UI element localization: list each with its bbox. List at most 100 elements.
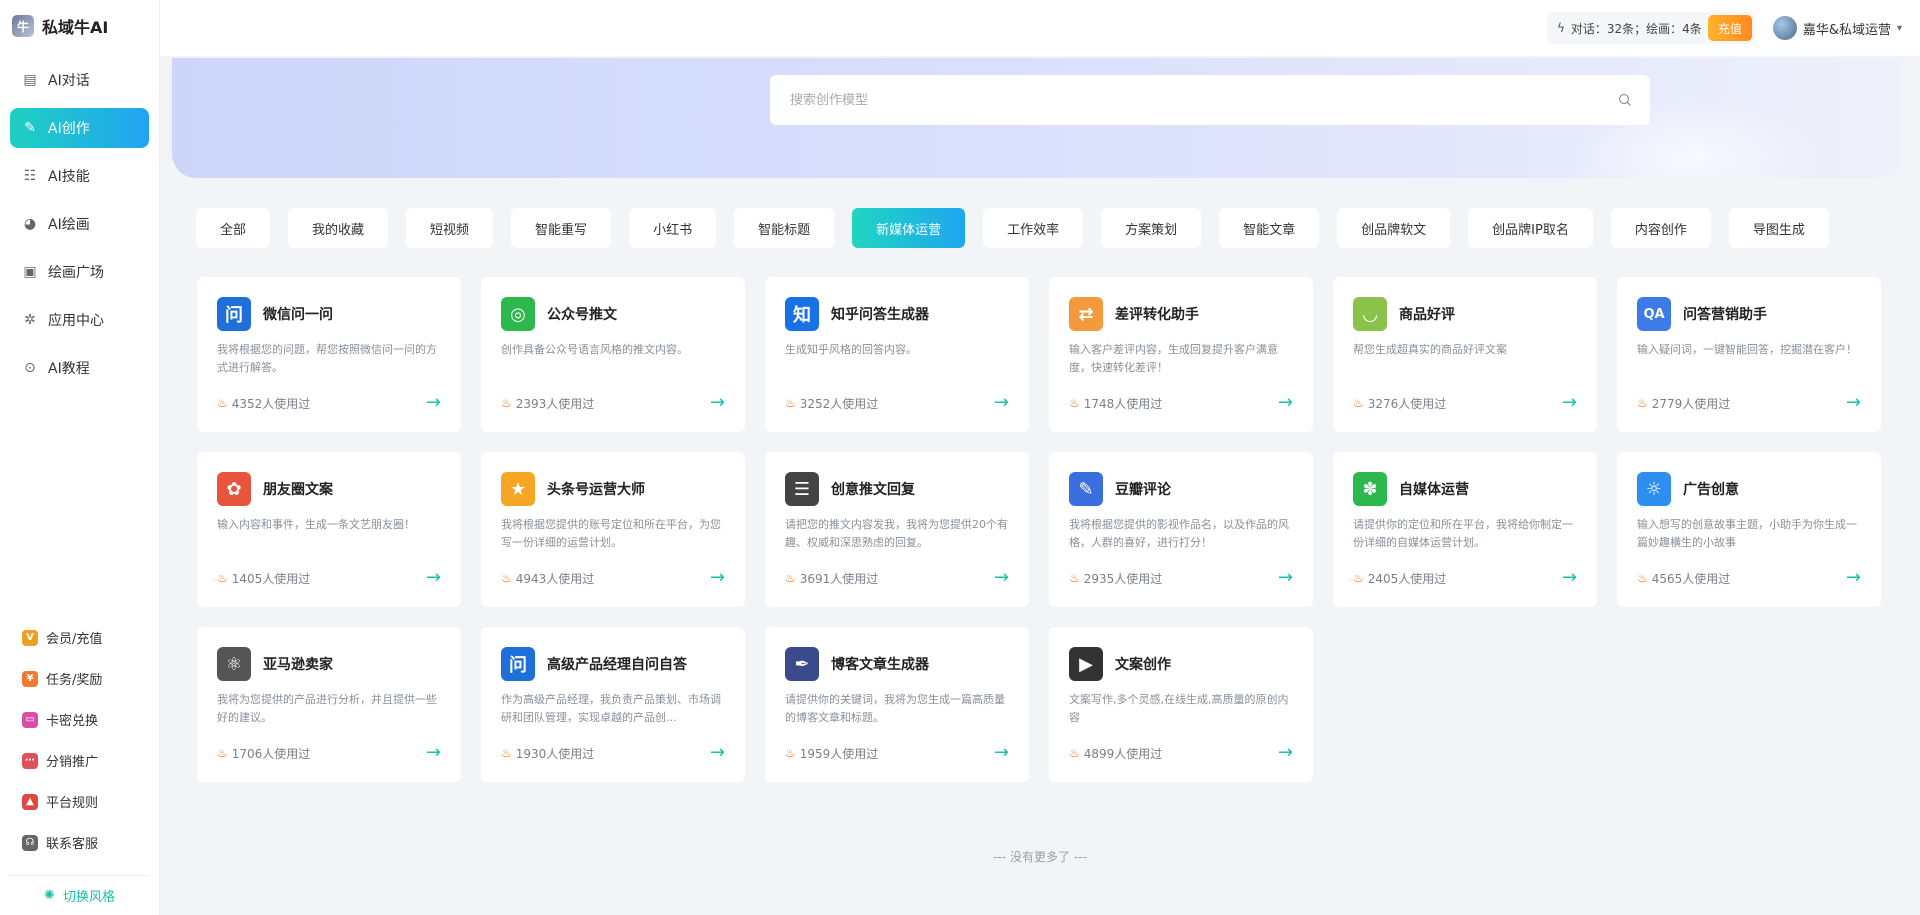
card-title: 问答营销助手 xyxy=(1683,307,1767,323)
category-tab[interactable]: 智能文章 xyxy=(1219,208,1320,248)
usage-text: 1748人使用过 xyxy=(1083,396,1163,411)
arrow-right-icon[interactable]: → xyxy=(710,394,725,412)
usage-text: 1930人使用过 xyxy=(515,746,595,761)
lightbulb-icon: ☼ xyxy=(1637,472,1671,506)
sidebar-item[interactable]: ▤ AI对话 xyxy=(10,60,149,100)
search-bar xyxy=(770,75,1650,125)
sidebar-bottom-item[interactable]: ☊ 联系客服 xyxy=(0,822,160,863)
category-tab[interactable]: 我的收藏 xyxy=(288,208,389,248)
arrow-right-icon[interactable]: → xyxy=(1846,394,1861,412)
category-tab[interactable]: 新媒体运营 xyxy=(852,208,966,248)
arrow-right-icon[interactable]: → xyxy=(994,744,1009,762)
model-card[interactable]: ▶ 文案创作 文案写作,多个灵感,在线生成,高质量的原创内容 ♨ 4899人使用过 → xyxy=(1049,627,1313,782)
brand[interactable]: 牛 私域牛AI xyxy=(0,0,159,52)
card-title: 朋友圈文案 xyxy=(263,482,333,498)
category-tab[interactable]: 全部 xyxy=(196,208,271,248)
category-tab[interactable]: 小红书 xyxy=(629,208,717,248)
model-card[interactable]: ☰ 创意推文回复 请把您的推文内容发我，我将为您提供20个有趣、权威和深思熟虑的回复… xyxy=(765,452,1029,607)
pen-nib-icon: ✒ xyxy=(785,647,819,681)
model-card[interactable]: 知知乎问答生成器 生成知乎风格的回答内容。 ♨ 3252人使用过 → xyxy=(765,277,1029,432)
avatar xyxy=(1772,16,1797,40)
model-card[interactable]: ⇄ 差评转化助手 输入客户差评内容，生成回复提升客户满意度，快速转化差评！ ♨ 1748… xyxy=(1049,277,1313,432)
card-footer: ♨ 1706人使用过 → xyxy=(217,744,441,762)
arrow-right-icon[interactable]: → xyxy=(710,744,725,762)
card-footer: ♨ 1959人使用过 → xyxy=(785,744,1009,762)
category-tab[interactable]: 短视频 xyxy=(406,208,494,248)
card-footer: ♨ 4565人使用过 → xyxy=(1637,569,1861,587)
category-tab[interactable]: 内容创作 xyxy=(1610,208,1711,248)
arrow-right-icon[interactable]: → xyxy=(994,394,1009,412)
sidebar-bottom-item[interactable]: ▲ 平台规则 xyxy=(0,781,160,822)
usage-count: ♨ 2935人使用过 xyxy=(1069,570,1162,587)
category-tab[interactable]: 导图生成 xyxy=(1728,208,1829,248)
search-input[interactable] xyxy=(790,92,1618,108)
main-nav: ▤ AI对话 ✎ AI创作 ☷ AI技能 ◕ AI绘画 ▣ 绘画广场 ✲ 应用中心 ⊙ AI教程 xyxy=(0,52,159,388)
usage-text: 4352人使用过 xyxy=(231,396,311,411)
chevron-down-icon: ▾ xyxy=(1896,22,1902,34)
sidebar-item[interactable]: ◕ AI绘画 xyxy=(10,204,149,244)
card-description: 请提供你的关键词，我将为您生成一篇高质量的博客文章和标题。 xyxy=(785,693,1005,724)
arrow-right-icon[interactable]: → xyxy=(1278,569,1293,587)
model-card[interactable]: ◡ 商品好评 帮您生成超真实的商品好评文案 ♨ 3276人使用过 → xyxy=(1333,277,1597,432)
fire-icon: ♨ xyxy=(1069,571,1080,585)
usage-count: ♨ 1405人使用过 xyxy=(217,570,310,587)
sidebar-item[interactable]: ✲ 应用中心 xyxy=(10,300,149,340)
arrow-right-icon[interactable]: → xyxy=(426,569,441,587)
arrow-right-icon[interactable]: → xyxy=(1278,744,1293,762)
usage-count: ♨ 4352人使用过 xyxy=(217,395,310,412)
user-menu[interactable]: 嘉华&私域运营 ▾ xyxy=(1772,16,1902,40)
theme-switch-button[interactable]: ✺ 切换风格 xyxy=(10,875,149,915)
sidebar-item[interactable]: ▣ 绘画广场 xyxy=(10,252,149,292)
card-title: 广告创意 xyxy=(1683,482,1739,498)
model-card[interactable]: 问微信问一问 我将根据您的问题，帮您按照微信问一问的方式进行解答。 ♨ 4352人使用… xyxy=(197,277,461,432)
card-title: 商品好评 xyxy=(1399,307,1455,323)
sidebar-bottom-item[interactable]: V 会员/充值 xyxy=(0,617,160,658)
category-tab[interactable]: 智能重写 xyxy=(511,208,612,248)
category-tab[interactable]: 工作效率 xyxy=(983,208,1084,248)
arrow-right-icon[interactable]: → xyxy=(426,744,441,762)
arrow-right-icon[interactable]: → xyxy=(1278,394,1293,412)
model-card[interactable]: ★ 头条号运营大师 我将根据您提供的账号定位和所在平台，为您写一份详细的运营计划。 ♨… xyxy=(481,452,745,607)
zhihu-icon: 知 xyxy=(785,297,819,331)
category-tab[interactable]: 智能标题 xyxy=(734,208,835,248)
sidebar-bottom-item[interactable]: ¥ 任务/奖励 xyxy=(0,658,160,699)
card-description: 创作具备公众号语言风格的推文内容。 xyxy=(501,343,688,356)
arrow-right-icon[interactable]: → xyxy=(426,394,441,412)
sidebar-bottom-item[interactable]: ▭ 卡密兑换 xyxy=(0,699,160,740)
card-footer: ♨ 2935人使用过 → xyxy=(1069,569,1293,587)
model-card[interactable]: ✽ 自媒体运营 请提供你的定位和所在平台，我将给你制定一份详细的自媒体运营计划。 ♨ 2… xyxy=(1333,452,1597,607)
recharge-button[interactable]: 充值 xyxy=(1707,15,1752,41)
category-tab[interactable]: 方案策划 xyxy=(1101,208,1202,248)
sidebar-item[interactable]: ✎ AI创作 xyxy=(10,108,149,148)
search-icon[interactable] xyxy=(1618,93,1632,107)
card-description: 帮您生成超真实的商品好评文案 xyxy=(1353,343,1507,356)
arrow-right-icon[interactable]: → xyxy=(710,569,725,587)
model-card[interactable]: ✎ 豆瓣评论 我将根据您提供的影视作品名，以及作品的风格，人群的喜好，进行打分！ ♨ 2… xyxy=(1049,452,1313,607)
sidebar-bottom-item[interactable]: ⋯ 分销推广 xyxy=(0,740,160,781)
model-card[interactable]: 问高级产品经理自问自答 作为高级产品经理，我负责产品策划、市场调研和团队管理，实现… xyxy=(481,627,745,782)
arrow-right-icon[interactable]: → xyxy=(1562,394,1577,412)
model-card[interactable]: ✿ 朋友圈文案 输入内容和事件，生成一条文艺朋友圈！ ♨ 1405人使用过 → xyxy=(197,452,461,607)
arrow-right-icon[interactable]: → xyxy=(1562,569,1577,587)
fire-icon: ♨ xyxy=(1637,571,1648,585)
category-tab[interactable]: 创品牌IP取名 xyxy=(1468,208,1593,248)
card-footer: ♨ 3276人使用过 → xyxy=(1353,394,1577,412)
model-card[interactable]: ◎ 公众号推文 创作具备公众号语言风格的推文内容。 ♨ 2393人使用过 → xyxy=(481,277,745,432)
model-card[interactable]: ✒ 博客文章生成器 请提供你的关键词，我将为您生成一篇高质量的博客文章和标题。 ♨ 19… xyxy=(765,627,1029,782)
card-title: 创意推文回复 xyxy=(831,482,915,498)
card-header: ✎ 豆瓣评论 xyxy=(1069,472,1293,506)
model-card[interactable]: QA 问答营销助手 输入疑问词，一键智能回答，挖掘潜在客户！ ♨ 2779人使用过 → xyxy=(1617,277,1881,432)
sidebar-item[interactable]: ⊙ AI教程 xyxy=(10,348,149,388)
share-icon: ⋯ xyxy=(22,752,38,769)
support-icon: ☊ xyxy=(22,834,38,851)
arrow-right-icon[interactable]: → xyxy=(1846,569,1861,587)
ask-icon: 问 xyxy=(501,647,535,681)
model-card[interactable]: ☼ 广告创意 输入想写的创意故事主题，小助手为你生成一篇妙趣横生的小故事 ♨ 4565人… xyxy=(1617,452,1881,607)
category-tab[interactable]: 创品牌软文 xyxy=(1337,208,1451,248)
sidebar-item[interactable]: ☷ AI技能 xyxy=(10,156,149,196)
task-icon: ¥ xyxy=(22,670,38,687)
model-card[interactable]: ⚛ 亚马逊卖家 我将为您提供的产品进行分析，并且提供一些好的建议。 ♨ 1706人使用过… xyxy=(197,627,461,782)
card-title: 文案创作 xyxy=(1115,657,1171,673)
usage-count: ♨ 1930人使用过 xyxy=(501,745,594,762)
arrow-right-icon[interactable]: → xyxy=(994,569,1009,587)
